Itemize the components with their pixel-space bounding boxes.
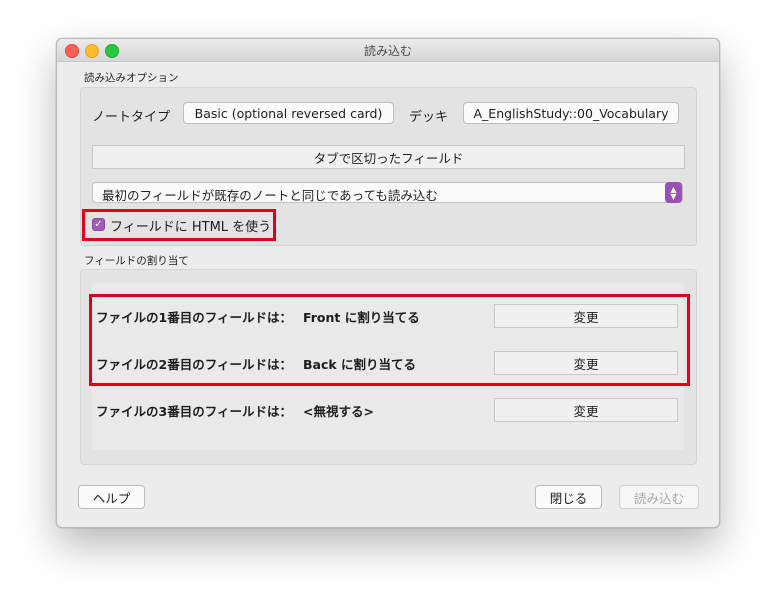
duplicate-handling-value: 最初のフィールドが既存のノートと同じであっても読み込む: [102, 188, 438, 203]
close-button[interactable]: 閉じる: [535, 485, 602, 509]
note-type-button[interactable]: Basic (optional reversed card): [183, 102, 394, 124]
field-separator-button[interactable]: タブで区切ったフィールド: [92, 145, 685, 169]
field-mapping-label: フィールドの割り当て: [84, 255, 189, 267]
field-3-label: ファイルの3番目のフィールドは：: [96, 404, 292, 419]
import-button[interactable]: 読み込む: [619, 485, 699, 509]
deck-label: デッキ: [409, 110, 449, 125]
select-stepper-icon: ▲ ▼: [665, 182, 682, 203]
title-bar: 読み込む: [57, 39, 719, 62]
help-button[interactable]: ヘルプ: [78, 485, 145, 509]
highlight-box-fields: [89, 294, 690, 386]
import-dialog: 読み込む 読み込みオプション ノートタイプ Basic (optional re…: [56, 38, 720, 528]
window-title: 読み込む: [363, 44, 412, 58]
field-3-value: <無視する>: [303, 404, 374, 419]
highlight-box-html: [82, 209, 276, 241]
field-3-change-button[interactable]: 変更: [494, 398, 678, 422]
import-options-label: 読み込みオプション: [84, 72, 179, 84]
duplicate-handling-select[interactable]: 最初のフィールドが既存のノートと同じであっても読み込む ▲ ▼: [92, 182, 683, 203]
note-type-label: ノートタイプ: [92, 110, 171, 125]
deck-button[interactable]: A_EnglishStudy::00_Vocabulary: [463, 102, 679, 124]
